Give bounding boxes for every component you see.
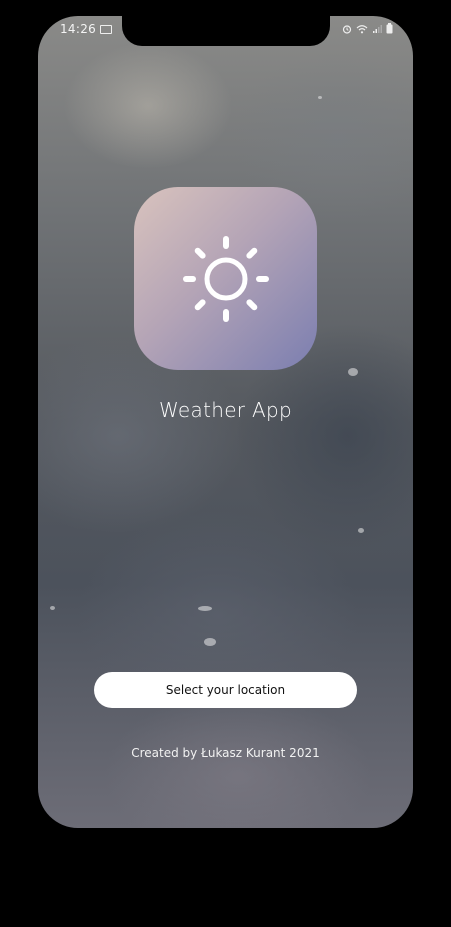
battery-icon xyxy=(386,23,393,34)
notification-icon xyxy=(100,25,112,34)
phone-screen: 14:26 Weather App Select your location C… xyxy=(38,16,413,828)
app-logo xyxy=(134,187,317,370)
app-title: Weather App xyxy=(159,398,292,422)
credit-text: Created by Łukasz Kurant 2021 xyxy=(131,746,320,760)
device-notch xyxy=(122,16,330,46)
background-speck xyxy=(318,96,322,99)
status-icons xyxy=(342,23,393,34)
background-speck xyxy=(348,368,358,376)
background-speck xyxy=(198,606,212,611)
alarm-icon xyxy=(342,24,352,34)
signal-icon xyxy=(373,24,382,33)
status-time: 14:26 xyxy=(60,22,97,36)
background-speck xyxy=(204,638,216,646)
select-location-button[interactable]: Select your location xyxy=(94,672,357,708)
sun-icon xyxy=(182,235,269,322)
background-speck xyxy=(50,606,55,610)
background-speck xyxy=(358,528,364,533)
wifi-icon xyxy=(356,24,368,33)
